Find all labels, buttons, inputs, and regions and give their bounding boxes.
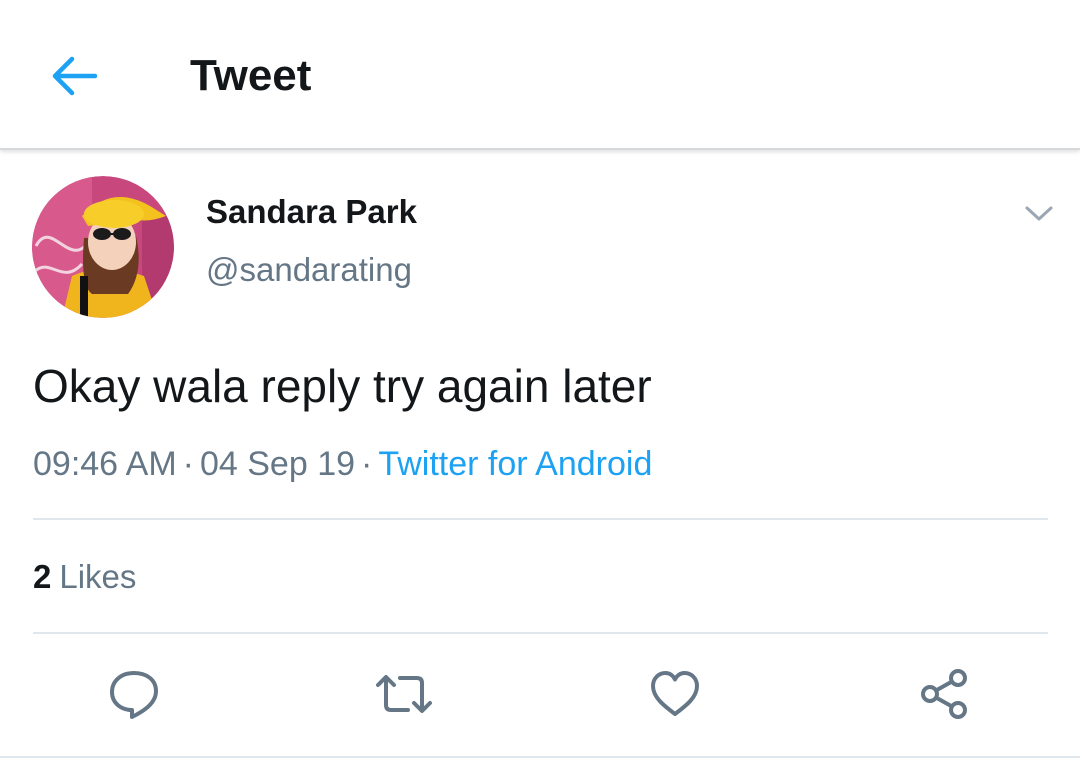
tweet-date: 04 Sep 19 — [199, 445, 356, 483]
share-button[interactable] — [914, 664, 974, 724]
tweet-menu-button[interactable] — [1016, 196, 1062, 232]
meta-separator: · — [182, 445, 194, 483]
profile-photo — [32, 176, 174, 318]
retweet-icon — [376, 675, 432, 713]
back-button[interactable] — [40, 48, 108, 104]
arrow-left-icon — [52, 56, 97, 96]
retweet-button[interactable] — [374, 664, 434, 724]
author-handle[interactable]: @sandarating — [206, 250, 412, 290]
avatar[interactable] — [32, 176, 174, 318]
chevron-down-icon — [1025, 206, 1053, 221]
reply-button[interactable] — [104, 664, 164, 724]
divider — [0, 756, 1080, 758]
page-title: Tweet — [190, 51, 312, 100]
share-icon — [921, 669, 967, 719]
heart-icon — [651, 671, 699, 716]
likes-count: 2 — [33, 558, 52, 595]
reply-icon — [110, 671, 158, 719]
tweet-time: 09:46 AM — [33, 445, 177, 483]
divider — [33, 518, 1048, 520]
divider — [33, 632, 1048, 634]
top-app-bar: Tweet — [0, 0, 1080, 150]
tweet-text: Okay wala reply try again later — [33, 360, 652, 412]
tweet-meta: 09:46 AM · 04 Sep 19 · Twitter for Android — [33, 442, 652, 486]
author-display-name[interactable]: Sandara Park — [206, 192, 417, 232]
meta-separator: · — [361, 445, 373, 483]
tweet-client-link[interactable]: Twitter for Android — [378, 445, 652, 483]
like-button[interactable] — [645, 664, 705, 724]
likes-count-link[interactable]: 2 Likes — [33, 556, 136, 598]
likes-label: Likes — [59, 558, 137, 595]
